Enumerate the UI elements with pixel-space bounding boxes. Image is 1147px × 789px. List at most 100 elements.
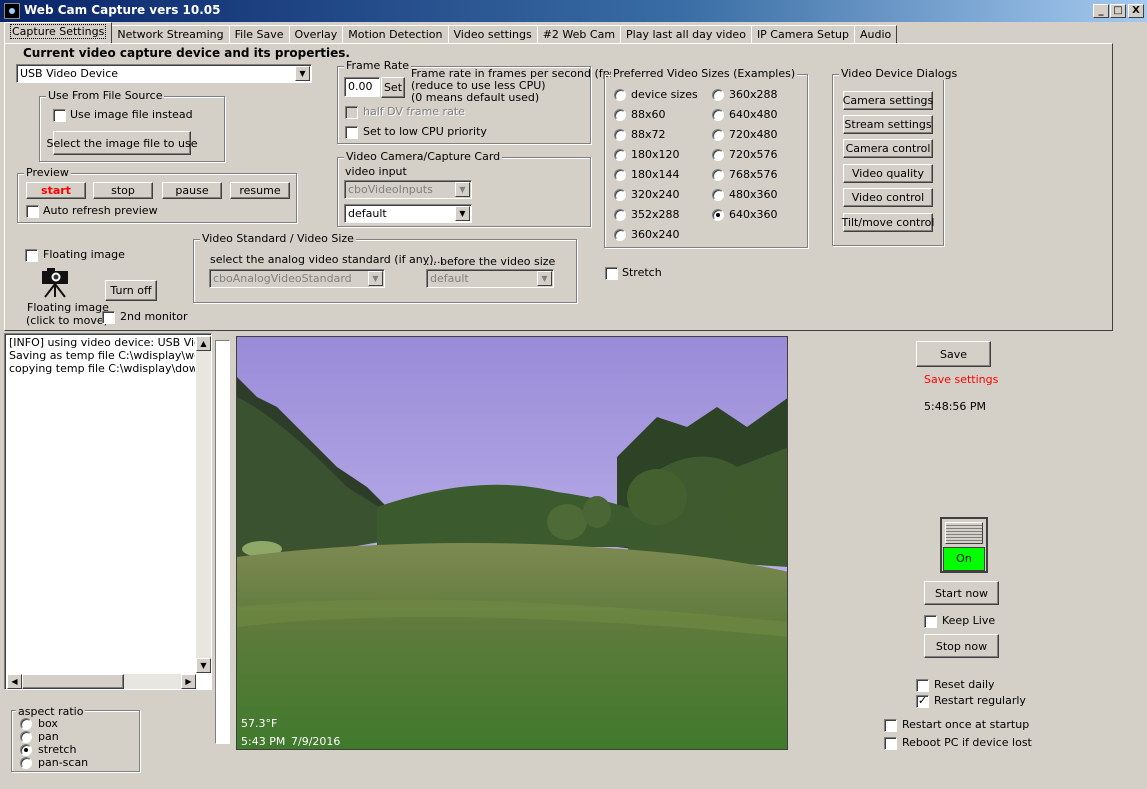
video-input-label: video input — [345, 165, 407, 178]
stretch-checkbox[interactable] — [605, 267, 618, 280]
reset-daily-label: Reset daily — [934, 678, 995, 691]
tilt-move-control-button[interactable]: Tilt/move control — [842, 213, 934, 232]
close-button[interactable]: X — [1128, 4, 1144, 18]
camera-settings-button[interactable]: Camera settings — [843, 91, 933, 110]
aspect-radio-pan[interactable] — [20, 731, 32, 743]
panel-heading: Current video capture device and its pro… — [23, 46, 350, 60]
restart-once-checkbox[interactable] — [884, 719, 897, 732]
size-radio-180x144[interactable] — [614, 169, 626, 181]
analog-standard-select[interactable]: cboAnalogVideoStandard ▼ — [209, 269, 385, 288]
start-button[interactable]: start — [26, 182, 86, 199]
aspect-radio-pan-scan[interactable] — [20, 757, 32, 769]
resume-button[interactable]: resume — [230, 182, 290, 199]
reboot-pc-checkbox[interactable] — [884, 737, 897, 750]
size-radio-720x480[interactable] — [712, 129, 724, 141]
tab-overlay[interactable]: Overlay — [288, 25, 344, 43]
reset-daily-checkbox[interactable] — [916, 679, 929, 692]
scroll-left-icon[interactable]: ◀ — [7, 674, 22, 689]
tab-video-settings[interactable]: Video settings — [447, 25, 538, 43]
size-label: 180x144 — [631, 168, 680, 181]
tab-audio[interactable]: Audio — [854, 25, 898, 43]
size-radio-320x240[interactable] — [614, 189, 626, 201]
horizontal-scroll-thumb[interactable] — [22, 674, 124, 689]
video-inputs-select[interactable]: cboVideoInputs ▼ — [344, 180, 472, 199]
capture-card-default-select[interactable]: default ▼ — [344, 204, 472, 223]
scroll-down-icon[interactable]: ▼ — [196, 658, 211, 673]
tab-network-streaming[interactable]: Network Streaming — [111, 25, 230, 43]
floating-image-checkbox[interactable] — [25, 249, 38, 262]
keep-live-checkbox[interactable] — [924, 615, 937, 628]
aspect-radio-box[interactable] — [20, 718, 32, 730]
vertical-scrollbar[interactable] — [196, 336, 211, 672]
size-label: 88x72 — [631, 128, 666, 141]
size-radio-device-sizes[interactable] — [614, 89, 626, 101]
camera-tripod-icon[interactable] — [39, 268, 71, 298]
chevron-down-icon: ▼ — [455, 206, 470, 221]
vertical-slider-track[interactable] — [215, 340, 230, 744]
low-cpu-checkbox[interactable] — [345, 126, 358, 139]
save-button[interactable]: Save — [916, 341, 991, 367]
size-radio-180x120[interactable] — [614, 149, 626, 161]
frame-rate-set-button[interactable]: Set — [381, 77, 405, 98]
preferred-sizes-title: Preferred Video Sizes (Examples) — [611, 67, 798, 80]
tab-ip-camera-setup[interactable]: IP Camera Setup — [750, 25, 855, 43]
aspect-ratio-group: aspect ratio box pan stretch pan-scan — [11, 705, 140, 772]
size-radio-352x288[interactable] — [614, 209, 626, 221]
use-image-label: Use image file instead — [70, 108, 193, 121]
size-radio-360x240[interactable] — [614, 229, 626, 241]
restart-regularly-label: Restart regularly — [934, 694, 1026, 707]
aspect-radio-stretch[interactable] — [20, 744, 32, 756]
scroll-up-icon[interactable]: ▲ — [196, 336, 211, 351]
tab-strip: Capture Settings Network Streaming File Sa… — [4, 22, 898, 44]
device-select[interactable]: USB Video Device ▼ — [16, 64, 312, 83]
size-radio-88x72[interactable] — [614, 129, 626, 141]
frame-rate-desc3: (0 means default used) — [411, 91, 540, 104]
video-quality-button[interactable]: Video quality — [843, 164, 933, 183]
size-radio-768x576[interactable] — [712, 169, 724, 181]
camera-control-button[interactable]: Camera control — [843, 139, 933, 158]
frame-rate-input[interactable]: 0.00 — [344, 77, 380, 97]
log-list[interactable]: [INFO] using video device: USB Video Sav… — [4, 333, 212, 690]
video-size-select[interactable]: default ▼ — [426, 269, 554, 288]
stop-button[interactable]: stop — [93, 182, 153, 199]
select-image-file-button[interactable]: Select the image file to use — [47, 131, 198, 155]
chevron-down-icon: ▼ — [295, 66, 310, 81]
tab-play-last-all-day-video[interactable]: Play last all day video — [620, 25, 752, 43]
size-radio-640x480[interactable] — [712, 109, 724, 121]
video-control-button[interactable]: Video control — [843, 188, 933, 207]
stop-now-button[interactable]: Stop now — [924, 634, 999, 658]
on-off-toggle[interactable]: On — [940, 517, 988, 573]
size-radio-360x288[interactable] — [712, 89, 724, 101]
restart-regularly-checkbox[interactable]: ✓ — [916, 695, 929, 708]
auto-refresh-checkbox[interactable] — [26, 205, 39, 218]
floating-caption-line1: Floating image — [27, 301, 109, 314]
tab-capture-settings[interactable]: Capture Settings — [4, 22, 113, 43]
second-monitor-checkbox[interactable] — [102, 311, 115, 324]
size-label: 720x480 — [729, 128, 778, 141]
tab-file-save[interactable]: File Save — [228, 25, 290, 43]
keep-live-label: Keep Live — [942, 614, 996, 627]
start-now-button[interactable]: Start now — [924, 581, 999, 605]
size-radio-720x576[interactable] — [712, 149, 724, 161]
frame-rate-title: Frame Rate — [344, 59, 411, 72]
log-line: Saving as temp file C:\wdisplay\webfi — [9, 349, 195, 362]
size-radio-480x360[interactable] — [712, 189, 724, 201]
aspect-label: pan — [38, 730, 59, 743]
pause-button[interactable]: pause — [162, 182, 222, 199]
auto-refresh-label: Auto refresh preview — [43, 204, 158, 217]
minimize-button[interactable]: _ — [1093, 4, 1109, 18]
capture-card-title: Video Camera/Capture Card — [344, 150, 503, 163]
tab-motion-detection[interactable]: Motion Detection — [342, 25, 449, 43]
use-image-checkbox[interactable] — [53, 109, 66, 122]
aspect-label: pan-scan — [38, 756, 89, 769]
half-dv-checkbox[interactable] — [345, 106, 358, 119]
stream-settings-button[interactable]: Stream settings — [843, 115, 933, 134]
scroll-right-icon[interactable]: ▶ — [181, 674, 196, 689]
device-dialogs-group: Video Device Dialogs Camera settings Str… — [832, 67, 960, 246]
maximize-button[interactable]: □ — [1110, 4, 1126, 18]
turn-off-button[interactable]: Turn off — [105, 280, 157, 301]
tab-second-web-cam[interactable]: #2 Web Cam — [536, 25, 622, 43]
size-radio-88x60[interactable] — [614, 109, 626, 121]
size-label: 360x288 — [729, 88, 778, 101]
size-radio-640x360[interactable] — [712, 209, 724, 221]
